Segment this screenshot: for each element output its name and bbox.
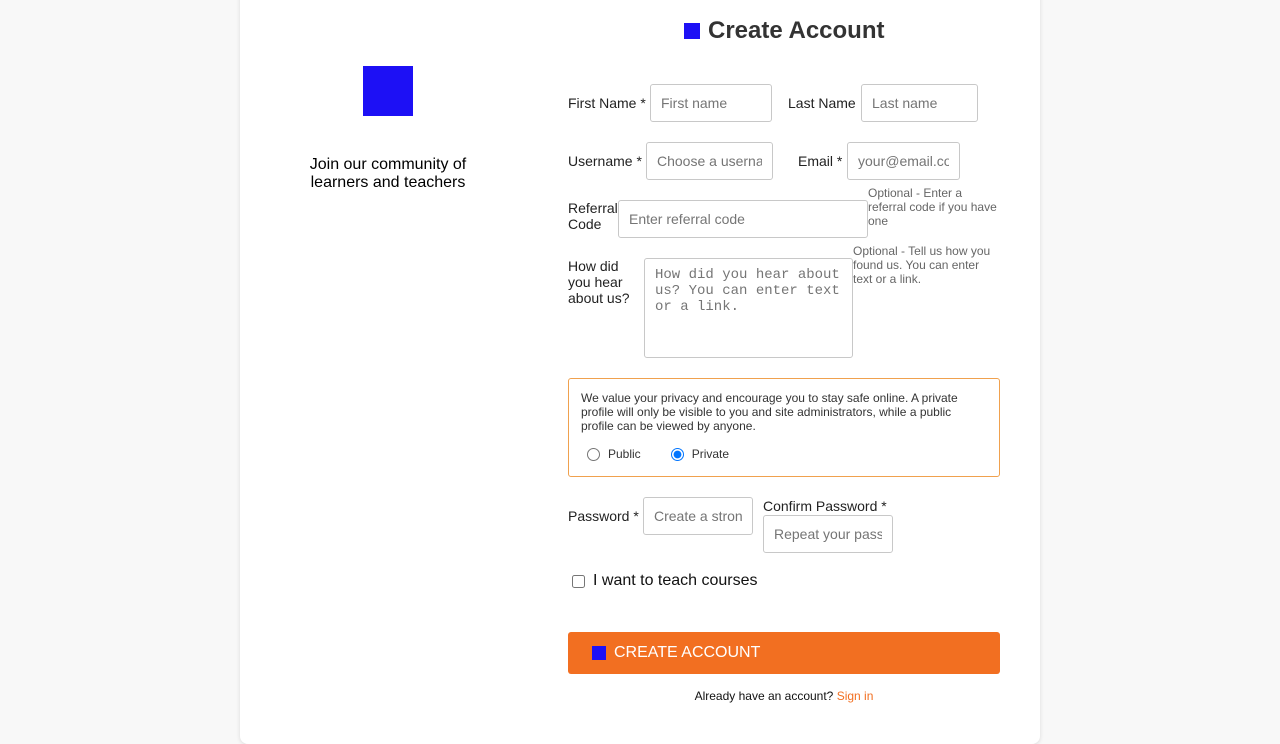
private-radio[interactable] (670, 447, 684, 461)
confirm-password-input[interactable] (763, 515, 893, 553)
signin-prompt-text: Already have an account? (694, 689, 834, 703)
last-name-label: Last Name (788, 95, 856, 111)
privacy-box: We value your privacy and encourage you … (568, 378, 1000, 477)
logo-square-icon (363, 66, 413, 116)
page-title-text: Create Account (708, 17, 885, 44)
create-account-button[interactable]: CREATE ACCOUNT (568, 632, 1000, 674)
private-option[interactable]: Private (665, 447, 729, 461)
brand-square-icon (592, 646, 606, 660)
first-name-input[interactable] (650, 84, 772, 122)
referral-label-line1: Referral (568, 200, 618, 216)
teach-checkbox-row[interactable]: I want to teach courses (570, 572, 758, 590)
confirm-password-label: Confirm Password * (763, 498, 887, 514)
teach-checkbox-label: I want to teach courses (593, 572, 758, 589)
hear-about-textarea[interactable] (644, 258, 853, 358)
password-label: Password * (568, 508, 639, 524)
referral-code-input[interactable] (618, 200, 868, 238)
referral-label-line2: Code (568, 216, 602, 232)
page-title: Create Account (684, 16, 884, 46)
tagline: Join our community of learners and teach… (309, 156, 467, 191)
password-input[interactable] (643, 497, 753, 535)
hear-about-help-text: Optional - Tell us how you found us. You… (853, 244, 991, 286)
email-input[interactable] (847, 142, 960, 180)
email-label: Email * (798, 153, 843, 169)
signin-link[interactable]: Sign in (837, 689, 874, 703)
username-label: Username * (568, 153, 642, 169)
privacy-radio-group: Public Private (581, 447, 729, 461)
signin-prompt: Already have an account? Sign in (568, 689, 1000, 703)
teach-checkbox[interactable] (572, 574, 585, 588)
last-name-input[interactable] (861, 84, 978, 122)
referral-help-text: Optional - Enter a referral code if you … (868, 186, 997, 228)
public-radio-label: Public (608, 447, 641, 461)
create-account-button-label: CREATE ACCOUNT (614, 644, 761, 661)
brand-square-icon (684, 23, 700, 39)
referral-label: Referral Code (568, 200, 618, 232)
username-input[interactable] (646, 142, 773, 180)
first-name-label: First Name * (568, 95, 646, 111)
hear-about-label: How did you hear about us? (568, 258, 630, 306)
privacy-message: We value your privacy and encourage you … (581, 391, 958, 433)
public-option[interactable]: Public (581, 447, 641, 461)
public-radio[interactable] (587, 447, 600, 461)
private-radio-label: Private (691, 447, 730, 461)
